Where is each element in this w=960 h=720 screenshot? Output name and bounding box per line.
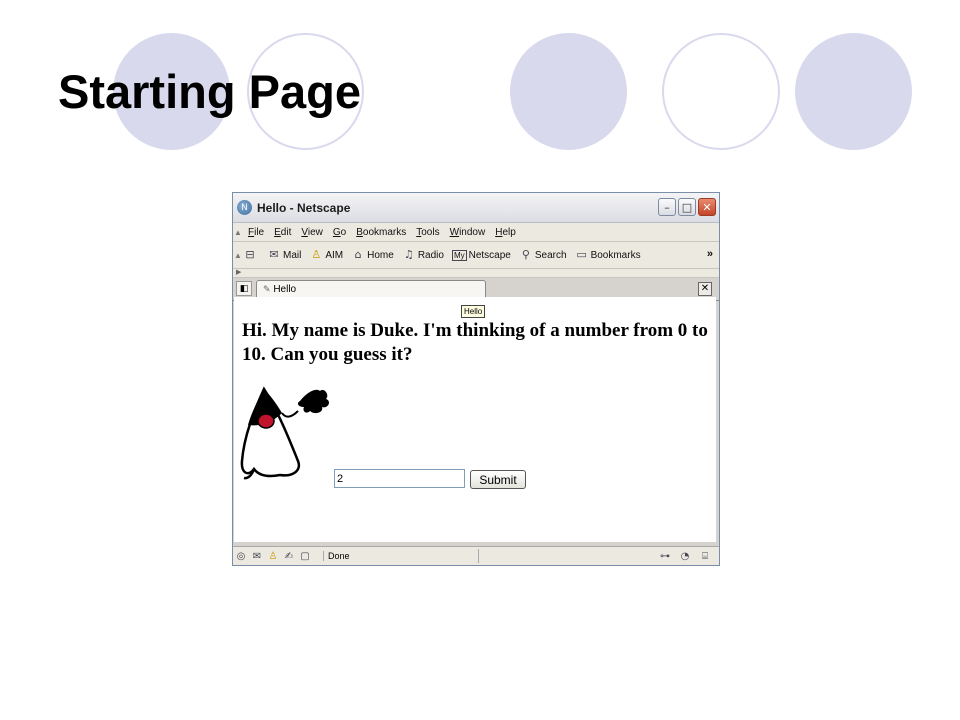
toolbar-overflow-button[interactable]: » — [707, 248, 713, 260]
status-text: Done — [323, 551, 478, 561]
new-tab-button[interactable]: ◧ — [236, 281, 252, 296]
radio-button[interactable]: ♫ Radio — [402, 249, 444, 261]
grip-icon[interactable]: ▲ — [233, 251, 243, 260]
status-icons: ⊶ ◔ ⌸ — [657, 551, 713, 562]
tooltip: Hello — [461, 305, 486, 318]
menu-file[interactable]: File — [248, 227, 264, 238]
close-tab-button[interactable]: ✕ — [698, 282, 712, 296]
slide-title: Starting Page — [58, 65, 361, 118]
window-controls: – □ ✕ — [658, 198, 716, 216]
home-button[interactable]: ⌂ Home — [351, 249, 394, 261]
duke-mascot-icon — [240, 386, 329, 480]
decorative-circle — [510, 33, 627, 150]
menu-go[interactable]: Go — [333, 227, 346, 238]
collapsed-toolbar-grip[interactable]: ▶ — [233, 269, 719, 278]
navigator-icon[interactable]: ◎ — [233, 551, 249, 562]
submit-button[interactable]: Submit — [470, 470, 526, 489]
menu-tools[interactable]: Tools — [416, 227, 439, 238]
tab-menu-button[interactable]: ⊟ — [243, 249, 259, 261]
status-divider — [478, 549, 657, 563]
netscape-logo-icon: N — [237, 200, 252, 215]
headphones-icon: ♫ — [403, 248, 414, 261]
search-button[interactable]: ⚲ Search — [519, 249, 567, 261]
mail-button[interactable]: ✉ Mail — [267, 249, 301, 261]
my-badge-icon: My — [451, 249, 467, 261]
search-icon: ⚲ — [521, 248, 530, 261]
aim-button[interactable]: ♙ AIM — [309, 249, 343, 261]
browser-window: N Hello - Netscape – □ ✕ ▲ File Edit Vie… — [232, 192, 720, 566]
new-tab-icon: ◧ — [239, 284, 249, 294]
menu-bookmarks[interactable]: Bookmarks — [356, 227, 406, 238]
home-icon: ⌂ — [354, 248, 362, 261]
window-title: Hello - Netscape — [257, 200, 351, 215]
decorative-ring — [662, 33, 780, 150]
tab-label: Hello — [273, 284, 297, 295]
close-button[interactable]: ✕ — [698, 198, 716, 216]
minimize-button[interactable]: – — [658, 198, 676, 216]
mail-icon: ✉ — [269, 248, 279, 261]
online-status-icon[interactable]: ⊶ — [657, 551, 673, 562]
my-netscape-button[interactable]: My Netscape — [451, 249, 511, 261]
popup-blocker-icon[interactable]: ◔ — [677, 551, 693, 562]
composer-icon[interactable]: ✍ — [281, 551, 297, 562]
bookmarks-button[interactable]: ▭ Bookmarks — [575, 248, 640, 261]
maximize-button[interactable]: □ — [678, 198, 696, 216]
address-book-icon[interactable]: ▢ — [297, 551, 313, 562]
title-bar[interactable]: N Hello - Netscape – □ ✕ — [233, 193, 719, 223]
mail-icon[interactable]: ✉ — [249, 551, 265, 562]
decorative-circle — [795, 33, 912, 150]
aim-icon[interactable]: ♙ — [265, 551, 281, 562]
menu-edit[interactable]: Edit — [274, 227, 291, 238]
personal-toolbar: ▲ ⊟ ✉ Mail ♙ AIM ⌂ Home ♫ Radio My Netscape ⚲… — [233, 242, 719, 269]
page-heading: Hi. My name is Duke. I'm thinking of a n… — [242, 320, 708, 365]
folder-icon: ▭ — [576, 248, 587, 261]
menu-bar: ▲ File Edit View Go Bookmarks Tools Wind… — [233, 223, 719, 242]
guess-input[interactable] — [334, 469, 465, 488]
menu-window[interactable]: Window — [450, 227, 486, 238]
security-lock-icon[interactable]: ⌸ — [697, 551, 713, 562]
tab-list-icon: ⊟ — [245, 248, 255, 261]
menu-view[interactable]: View — [301, 227, 323, 238]
grip-icon[interactable]: ▲ — [233, 228, 243, 237]
aim-icon: ♙ — [311, 248, 322, 261]
status-bar: ◎ ✉ ♙ ✍ ▢ Done ⊶ ◔ ⌸ — [233, 546, 719, 565]
menu-help[interactable]: Help — [495, 227, 516, 238]
page-icon: ✎ — [263, 285, 271, 295]
page-content: Hello Hi. My name is Duke. I'm thinking … — [234, 297, 716, 542]
